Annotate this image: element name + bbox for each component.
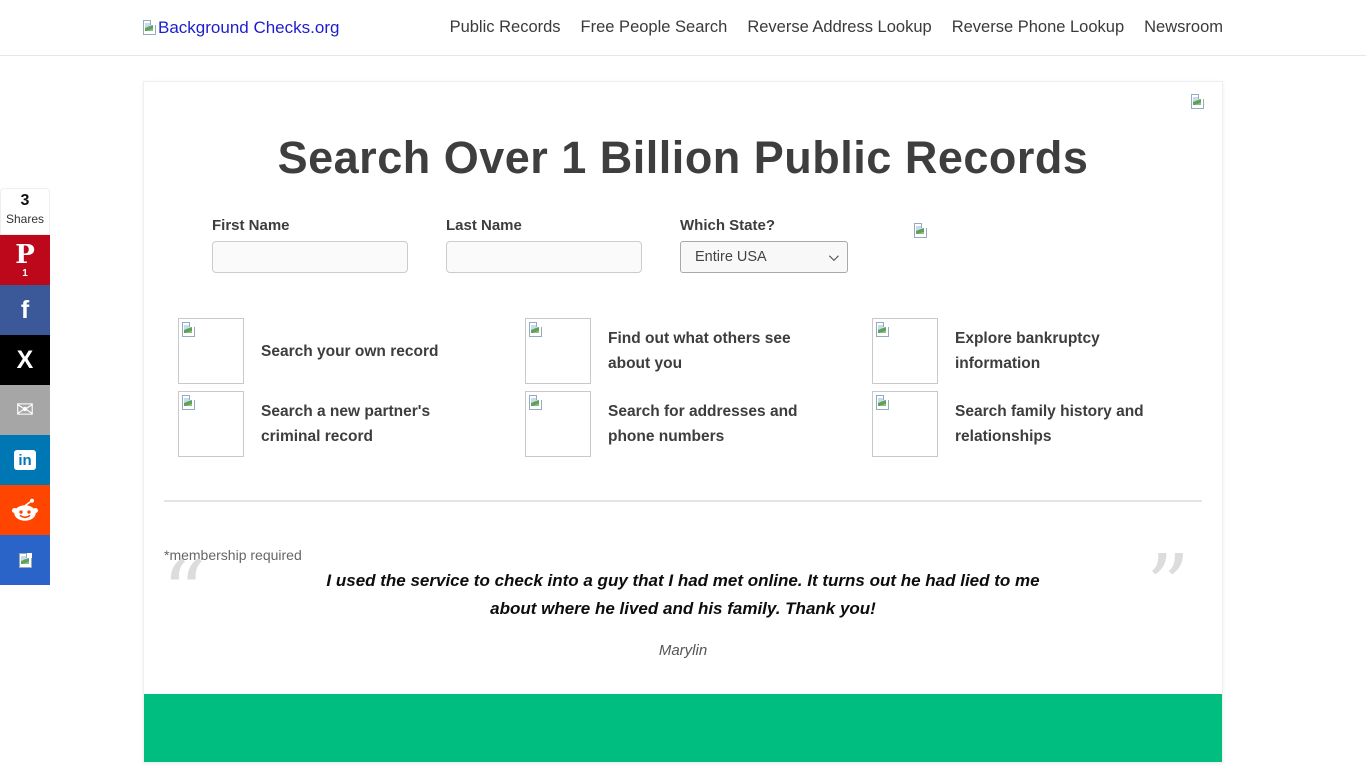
share-count: 3 Shares <box>0 188 50 235</box>
email-icon: ✉ <box>16 399 34 421</box>
pinterest-share-button[interactable]: P 1 <box>0 235 50 285</box>
search-form: First Name Last Name Which State? Entire… <box>212 217 1222 273</box>
facebook-share-button[interactable]: f <box>0 285 50 335</box>
last-name-label: Last Name <box>446 217 642 234</box>
broken-image-icon <box>529 395 542 410</box>
linkedin-icon: in <box>14 450 35 470</box>
state-select[interactable]: Entire USA <box>680 241 848 273</box>
nav-reverse-phone-lookup[interactable]: Reverse Phone Lookup <box>952 18 1124 37</box>
nav-free-people-search[interactable]: Free People Search <box>581 18 728 37</box>
broken-image-icon <box>182 322 195 337</box>
site-logo[interactable]: Background Checks.org <box>143 18 339 38</box>
logo-text: Background Checks.org <box>158 18 339 38</box>
state-select-value: Entire USA <box>695 249 767 265</box>
feature-list: Search your own record Find out what oth… <box>178 318 1196 457</box>
page-title: Search Over 1 Billion Public Records <box>144 132 1222 184</box>
feature-label: Search a new partner's criminal record <box>261 399 466 449</box>
state-label: Which State? <box>680 217 848 234</box>
feature-others-see: Find out what others see about you <box>525 318 872 384</box>
nav-reverse-address-lookup[interactable]: Reverse Address Lookup <box>747 18 931 37</box>
testimonial-quote: I used the service to check into a guy t… <box>318 567 1048 622</box>
email-share-button[interactable]: ✉ <box>0 385 50 435</box>
feature-own-record: Search your own record <box>178 318 525 384</box>
broken-image-icon <box>876 395 889 410</box>
first-name-label: First Name <box>212 217 408 234</box>
feature-image-box <box>525 391 591 457</box>
feature-image-box <box>525 318 591 384</box>
reddit-icon <box>10 495 40 525</box>
feature-label: Search for addresses and phone numbers <box>608 399 813 449</box>
feature-label: Search family history and relationships <box>955 399 1160 449</box>
first-name-input[interactable] <box>212 241 408 273</box>
membership-note: *membership required <box>164 547 1202 563</box>
broken-image-icon <box>876 322 889 337</box>
share-sidebar: 3 Shares P 1 f X ✉ in <box>0 188 50 585</box>
feature-image-box <box>872 318 938 384</box>
main-nav: Public Records Free People Search Revers… <box>450 18 1223 37</box>
testimonial-section: *membership required “ ” I used the serv… <box>144 547 1222 659</box>
feature-partner-criminal: Search a new partner's criminal record <box>178 391 525 457</box>
last-name-input[interactable] <box>446 241 642 273</box>
content-card: Search Over 1 Billion Public Records Fir… <box>143 81 1223 763</box>
share-count-number: 3 <box>1 192 49 210</box>
feature-addresses-phones: Search for addresses and phone numbers <box>525 391 872 457</box>
pinterest-share-count: 1 <box>22 269 28 279</box>
feature-family-history: Search family history and relationships <box>872 391 1196 457</box>
broken-image-icon <box>19 553 32 568</box>
broken-logo-image-icon <box>143 20 156 35</box>
broken-image-icon <box>529 322 542 337</box>
reddit-share-button[interactable] <box>0 485 50 535</box>
testimonial-author: Marylin <box>164 642 1202 659</box>
pinterest-icon: P <box>15 242 35 268</box>
x-twitter-icon: X <box>17 348 34 373</box>
facebook-icon: f <box>21 298 29 323</box>
section-divider <box>164 500 1202 502</box>
share-count-label: Shares <box>6 212 44 226</box>
x-twitter-share-button[interactable]: X <box>0 335 50 385</box>
broken-corner-image-icon <box>1191 94 1204 109</box>
nav-newsroom[interactable]: Newsroom <box>1144 18 1223 37</box>
feature-image-box <box>178 391 244 457</box>
feature-image-box <box>178 318 244 384</box>
nav-public-records[interactable]: Public Records <box>450 18 561 37</box>
share-more-button[interactable] <box>0 535 50 585</box>
chevron-down-icon <box>829 251 839 261</box>
site-header: Background Checks.org Public Records Fre… <box>0 0 1366 56</box>
broken-image-icon <box>182 395 195 410</box>
linkedin-share-button[interactable]: in <box>0 435 50 485</box>
feature-label: Find out what others see about you <box>608 326 813 376</box>
feature-bankruptcy: Explore bankruptcy information <box>872 318 1196 384</box>
feature-label: Explore bankruptcy information <box>955 326 1160 376</box>
feature-image-box <box>872 391 938 457</box>
feature-label: Search your own record <box>261 339 438 364</box>
search-button-image[interactable] <box>914 223 927 238</box>
footer-bar <box>144 694 1222 762</box>
